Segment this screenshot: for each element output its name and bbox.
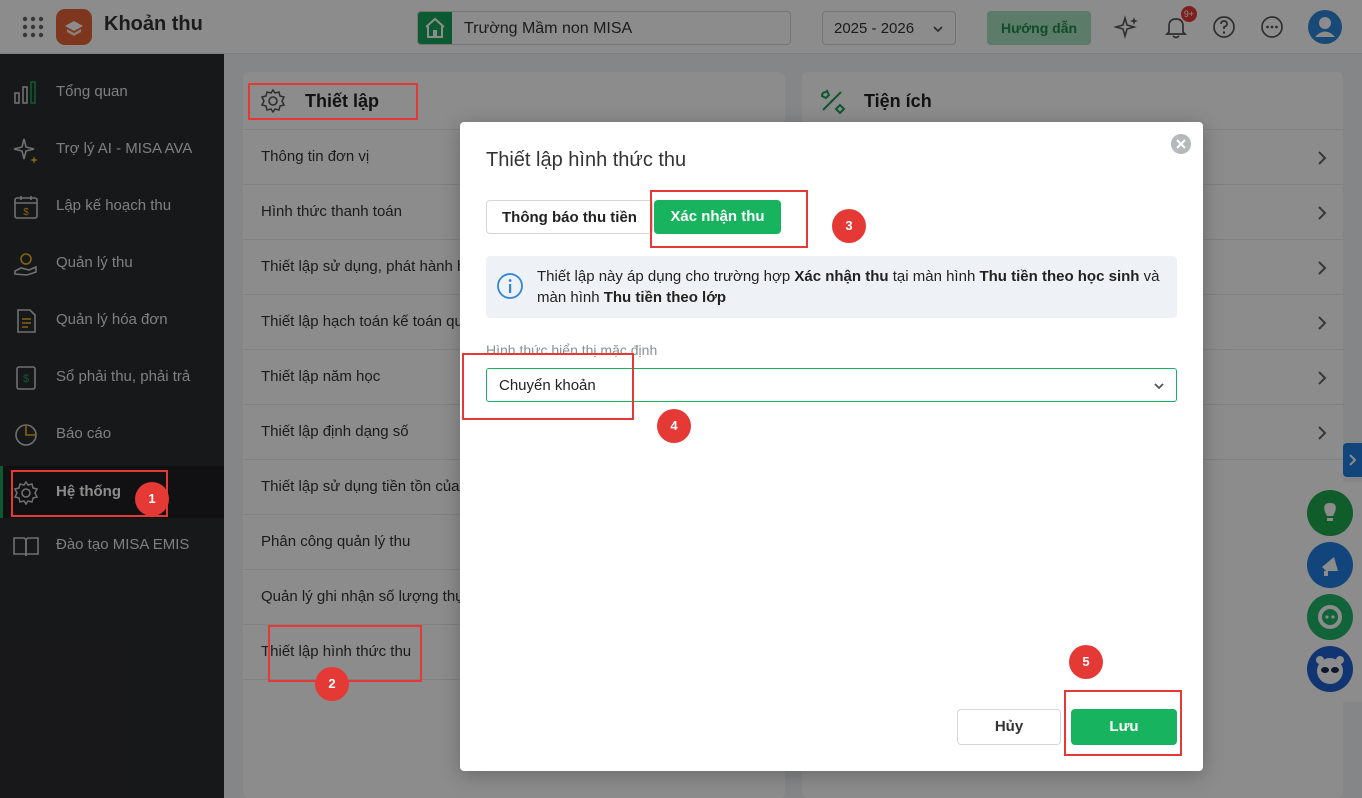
annotation-step-number: 1 [135, 482, 169, 516]
info-text-bold: Thu tiền theo học sinh [979, 268, 1140, 285]
annotation-step-number: 3 [832, 209, 866, 243]
info-text-part: tại màn hình [888, 268, 980, 285]
info-text: Thiết lập này áp dụng cho trường hợp Xác… [537, 266, 1167, 308]
close-icon [1176, 139, 1186, 149]
chevron-down-icon [1154, 383, 1164, 390]
dialog-title: Thiết lập hình thức thu [486, 149, 687, 171]
info-text-part: Thiết lập này áp dụng cho trường hợp [537, 268, 795, 285]
cancel-button[interactable]: Hủy [957, 709, 1061, 745]
info-text-bold: Xác nhận thu [794, 268, 889, 285]
info-box: Thiết lập này áp dụng cho trường hợp Xác… [486, 256, 1177, 318]
annotation-highlight [1064, 690, 1182, 756]
info-text-bold: Thu tiền theo lớp [603, 289, 727, 306]
annotation-step-number: 2 [315, 667, 349, 701]
annotation-step-number: 5 [1069, 645, 1103, 679]
close-button[interactable] [1171, 134, 1191, 154]
annotation-highlight [248, 83, 418, 120]
annotation-step-number: 4 [657, 409, 691, 443]
info-icon [497, 273, 523, 299]
tab-payment-notice[interactable]: Thông báo thu tiền [486, 200, 653, 234]
annotation-highlight [650, 190, 808, 248]
annotation-highlight [462, 353, 634, 420]
